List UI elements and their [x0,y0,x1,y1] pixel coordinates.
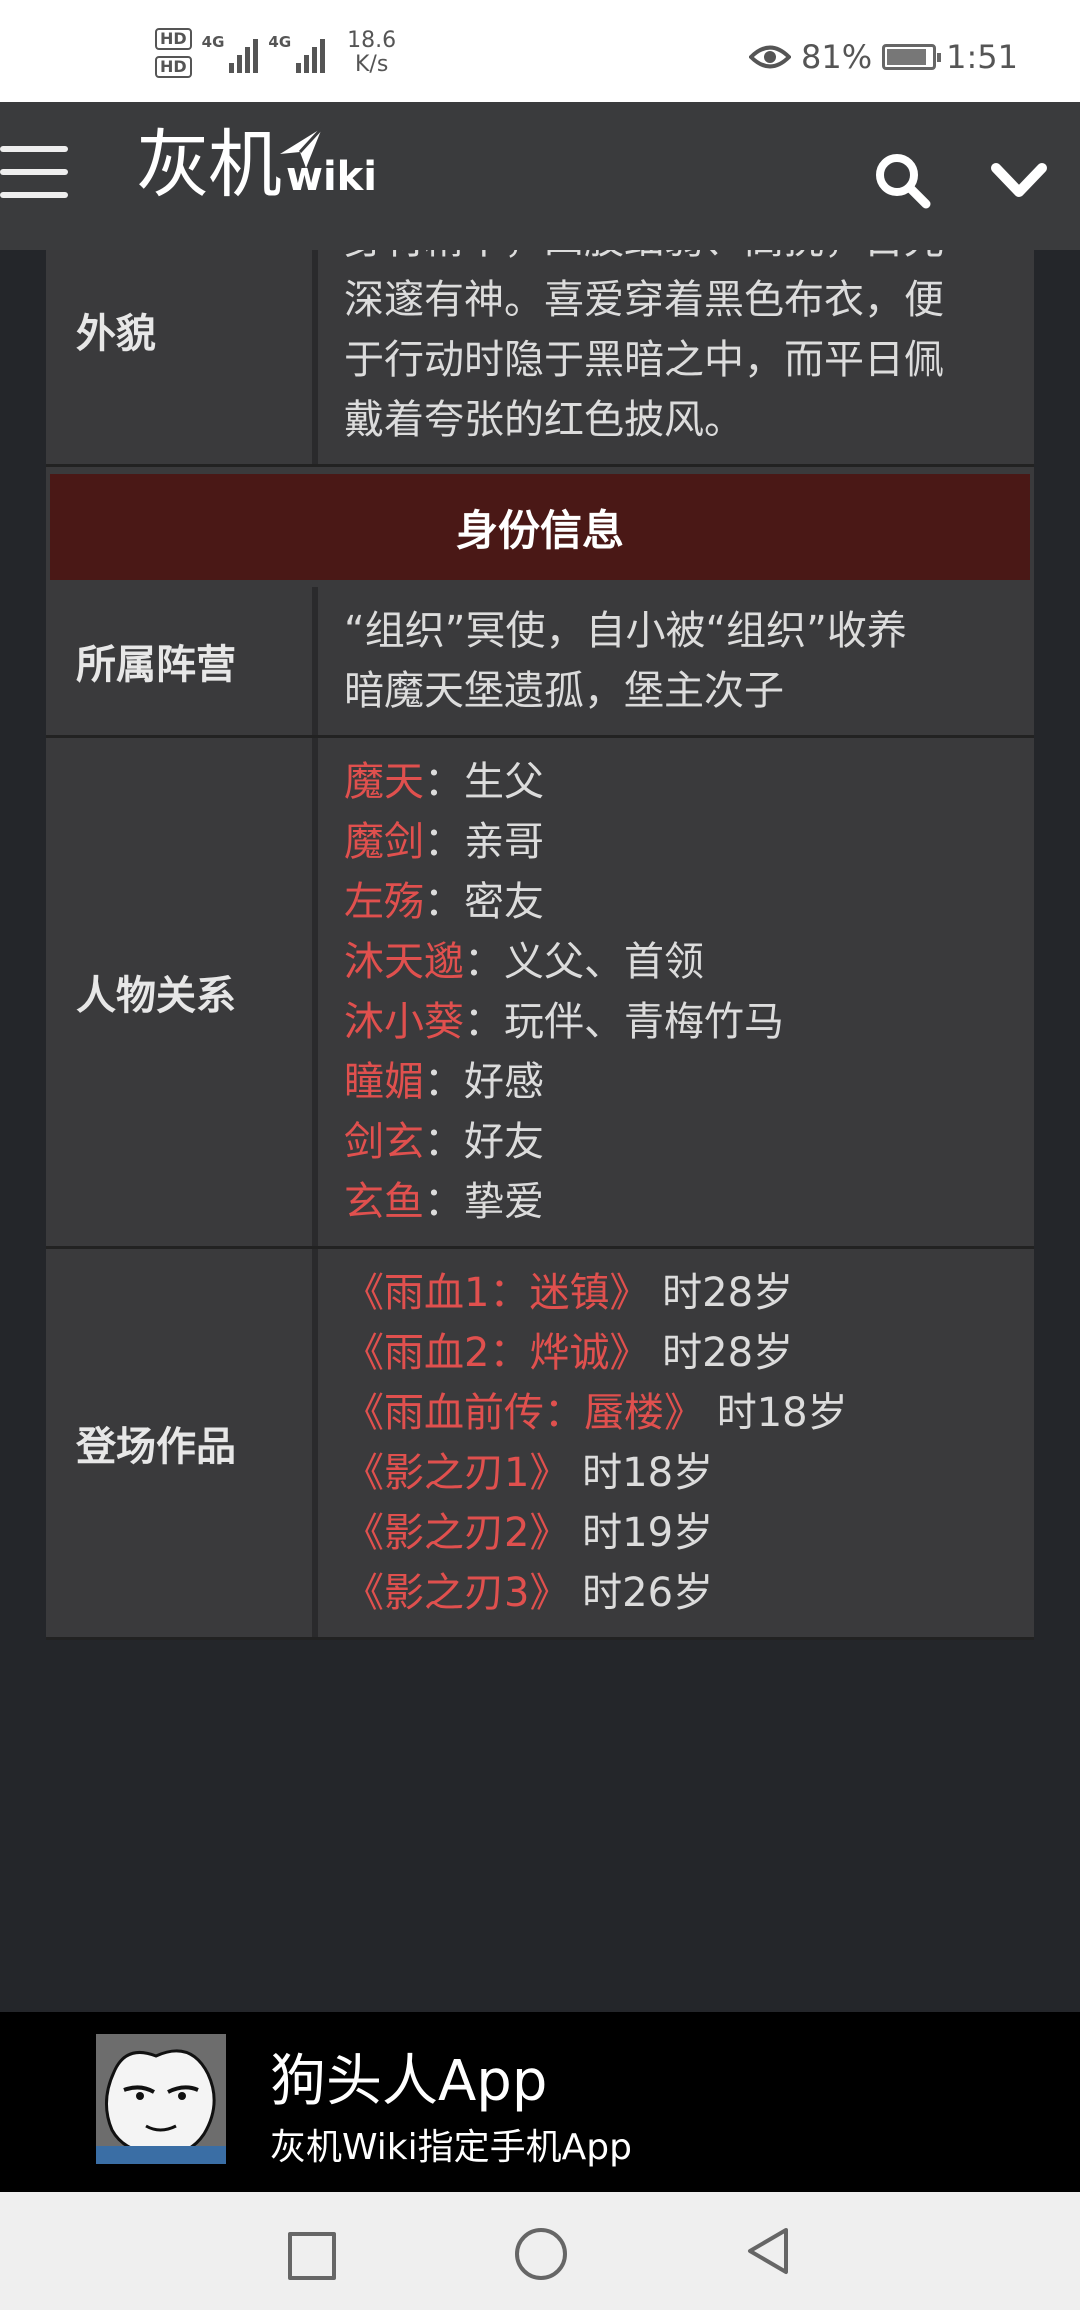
work-desc: 时18岁 [716,1390,848,1436]
app-subtitle: 灰机Wiki指定手机App [270,2127,632,2168]
work-desc: 时18岁 [582,1450,714,1496]
relation-desc: ：好感 [424,1059,544,1105]
signal-icon-2: 4G [268,33,326,73]
relation-desc: ：挚爱 [424,1179,544,1225]
speed-value: 18.6 [347,28,397,53]
relation-link[interactable]: 沐天邈 [344,939,464,985]
faction-line: “组织”冥使，自小被“组织”收养 [344,608,907,654]
faction-label: 所属阵营 [46,587,318,735]
work-link[interactable]: 《影之刃3》 [344,1570,569,1616]
work-link[interactable]: 《雨血前传：蜃楼》 [344,1390,704,1436]
network-type-1: 4G [201,33,225,51]
home-icon[interactable] [515,2228,567,2280]
work-link[interactable]: 《影之刃1》 [344,1450,569,1496]
relation-link[interactable]: 剑玄 [344,1119,424,1165]
list-item: 左殇：密友 [344,872,1014,932]
row-relations: 人物关系 魔天：生父 魔剑：亲哥 左殇：密友 沐天邈：义父、首领 沐小葵：玩伴、… [46,738,1034,1249]
relation-desc: ：好友 [424,1119,544,1165]
faction-value: “组织”冥使，自小被“组织”收养 暗魔天堡遗孤，堡主次子 [318,587,1034,735]
relation-link[interactable]: 沐小葵 [344,999,464,1045]
faction-line: 暗魔天堡遗孤，堡主次子 [344,668,784,714]
appearance-line: 深邃有神。喜爱穿着黑色布衣，便 [344,277,944,323]
list-item: 沐小葵：玩伴、青梅竹马 [344,992,1014,1052]
signal-icon-1: 4G [202,33,259,73]
relation-desc: ：义父、首领 [464,939,704,985]
list-item: 《雨血前传：蜃楼》 时18岁 [344,1383,1014,1443]
work-desc: 时26岁 [582,1570,714,1616]
speed-unit: K/s [355,52,389,77]
work-link[interactable]: 《雨血2：烨诚》 [344,1330,649,1376]
hd-badge-2: HD [155,56,192,78]
list-item: 玄鱼：挚爱 [344,1172,1014,1232]
list-item: 沐天邈：义父、首领 [344,932,1014,992]
relation-link[interactable]: 魔剑 [344,819,424,865]
work-desc: 时28岁 [662,1270,794,1316]
app-icon [96,2034,226,2164]
list-item: 《影之刃1》 时18岁 [344,1443,1014,1503]
row-works: 登场作品 《雨血1：迷镇》 时28岁 《雨血2：烨诚》 时28岁 《雨血前传：蜃… [46,1249,1034,1640]
paper-plane-icon [280,126,324,168]
battery-icon [882,44,942,70]
section-identity-header: 身份信息 [50,474,1030,580]
app-download-banner[interactable]: 狗头人App 灰机Wiki指定手机App [0,2012,1080,2192]
relations-value: 魔天：生父 魔剑：亲哥 左殇：密友 沐天邈：义父、首领 沐小葵：玩伴、青梅竹马 … [318,738,1034,1246]
list-item: 魔剑：亲哥 [344,812,1014,872]
network-type-2: 4G [268,33,292,51]
site-logo[interactable]: 灰机 wiki [136,122,377,208]
status-bar: HD HD 4G 4G 18.6 K/s 81% 1:51 [0,0,1080,102]
works-value: 《雨血1：迷镇》 时28岁 《雨血2：烨诚》 时28岁 《雨血前传：蜃楼》 时1… [318,1249,1034,1637]
list-item: 《雨血2：烨诚》 时28岁 [344,1323,1014,1383]
list-item: 魔天：生父 [344,752,1014,812]
search-icon[interactable] [872,150,932,210]
relation-link[interactable]: 魔天 [344,759,424,805]
relation-link[interactable]: 左殇 [344,879,424,925]
infobox: 外貌 身材精干，四肢细弱、高挑，目光 深邃有神。喜爱穿着黑色布衣，便 于行动时隐… [46,196,1034,1640]
relation-desc: ：玩伴、青梅竹马 [464,999,784,1045]
app-title: 狗头人App [270,2049,548,2114]
dog-head-icon [96,2034,226,2164]
hd-badge-1: HD [155,28,192,50]
site-header: 灰机 wiki [0,102,1080,250]
hamburger-menu-icon[interactable] [0,146,68,206]
recent-apps-icon[interactable] [288,2232,336,2280]
list-item: 《影之刃2》 时19岁 [344,1503,1014,1563]
list-item: 瞳媚：好感 [344,1052,1014,1112]
relations-label: 人物关系 [46,738,318,1246]
eye-icon [749,45,792,69]
relation-desc: ：亲哥 [424,819,544,865]
works-label: 登场作品 [46,1249,318,1637]
chevron-down-icon[interactable] [990,158,1048,202]
logo-text-cn: 灰机 [136,122,282,208]
work-link[interactable]: 《影之刃2》 [344,1510,569,1556]
appearance-line: 戴着夸张的红色披风。 [344,397,744,443]
list-item: 《雨血1：迷镇》 时28岁 [344,1263,1014,1323]
appearance-line: 于行动时隐于黑暗之中，而平日佩 [344,337,944,383]
work-link[interactable]: 《雨血1：迷镇》 [344,1270,649,1316]
list-item: 《影之刃3》 时26岁 [344,1563,1014,1623]
relation-desc: ：密友 [424,879,544,925]
back-icon[interactable] [746,2226,790,2276]
work-desc: 时19岁 [582,1510,714,1556]
battery-percent: 81% [801,38,873,76]
relation-link[interactable]: 瞳媚 [344,1059,424,1105]
list-item: 剑玄：好友 [344,1112,1014,1172]
clock: 1:51 [946,38,1018,76]
infobox-table: 外貌 身材精干，四肢细弱、高挑，目光 深邃有神。喜爱穿着黑色布衣，便 于行动时隐… [46,196,1034,1640]
relation-link[interactable]: 玄鱼 [344,1179,424,1225]
system-nav-bar [0,2192,1080,2310]
work-desc: 时28岁 [662,1330,794,1376]
network-speed: 18.6 K/s [347,29,396,77]
row-faction: 所属阵营 “组织”冥使，自小被“组织”收养 暗魔天堡遗孤，堡主次子 [46,587,1034,738]
relation-desc: ：生父 [424,759,544,805]
